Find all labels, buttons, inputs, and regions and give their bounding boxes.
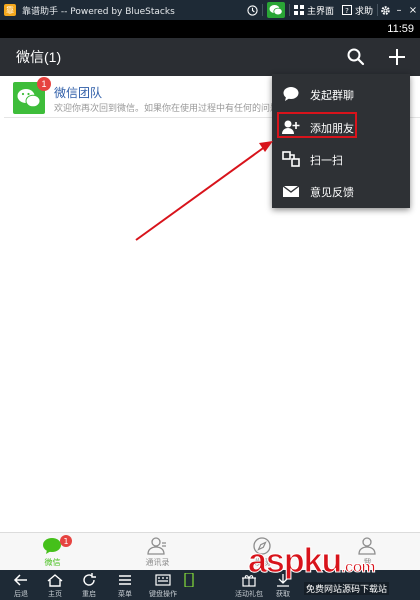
tab-label: 通讯录 (145, 558, 170, 567)
annotation-highlight-box (277, 112, 357, 138)
grid-icon (293, 5, 304, 15)
gift-icon (242, 575, 256, 587)
unread-badge: 1 (37, 77, 51, 91)
tab-badge: 1 (60, 535, 72, 547)
menu-icon (119, 575, 131, 585)
mail-icon (282, 185, 300, 197)
menu-item-label: 扫一扫 (310, 154, 343, 167)
home-screen-button[interactable]: 主界面 (290, 0, 338, 20)
svg-text:?: ? (345, 7, 349, 15)
wechat-header: 微信(1) (0, 38, 420, 76)
tab-contacts[interactable]: 通讯录 (105, 533, 210, 571)
back-button[interactable]: 后退 (4, 570, 38, 600)
gear-icon (380, 5, 390, 15)
clock-icon (247, 4, 258, 16)
help-label: 求助 (354, 6, 373, 17)
tab-me[interactable]: 我 (315, 533, 420, 571)
settings-button[interactable] (378, 0, 392, 20)
scan-icon (282, 151, 300, 167)
page-title: 微信(1) (16, 49, 62, 65)
chat-preview: 欢迎你再次回到微信。如果你在使用过程中有任何的问题 (54, 104, 280, 114)
home-icon (47, 574, 63, 587)
emulator-control-bar: 后退 主页 重启 菜单 键盘操作 活动礼包 获取 (0, 570, 420, 600)
app-switch-button[interactable] (172, 570, 206, 600)
wechat-app-tab[interactable] (266, 2, 285, 18)
download-button[interactable]: 获取 (266, 570, 300, 600)
chat-bubble-icon (43, 538, 61, 554)
menu-item-feedback[interactable]: 意见反馈 (272, 175, 410, 207)
tab-chats[interactable]: 1 微信 (0, 533, 105, 571)
contacts-icon (147, 537, 166, 555)
gift-button[interactable]: 活动礼包 (232, 570, 266, 600)
control-label: 菜单 (118, 590, 132, 598)
divider (261, 4, 263, 16)
search-icon[interactable] (346, 47, 366, 67)
minimize-icon: – (396, 4, 402, 16)
title-bar-controls: 主界面 ? 求助 – × (243, 0, 420, 20)
status-time: 11:59 (387, 23, 414, 35)
back-arrow-icon (13, 574, 27, 586)
plus-dropdown-menu: 发起群聊 添加朋友 扫一扫 意见反馈 (272, 74, 410, 208)
wechat-icon (269, 5, 283, 16)
close-button[interactable]: × (406, 0, 420, 20)
home-screen-label: 主界面 (306, 6, 334, 17)
android-status-bar: 11:59 (0, 20, 420, 38)
tab-label: 微信 (44, 558, 61, 567)
help-button[interactable]: ? 求助 (338, 0, 377, 20)
chat-bubble-icon (283, 87, 299, 101)
control-label: 获取 (276, 590, 290, 598)
bottom-tab-bar: 1 微信 通讯录 发现 我 (0, 532, 420, 570)
menu-item-label: 意见反馈 (310, 186, 354, 199)
menu-item-scan[interactable]: 扫一扫 (272, 143, 410, 175)
download-icon (277, 574, 289, 587)
history-button[interactable] (243, 0, 262, 20)
tab-label: 我 (363, 558, 372, 567)
minimize-button[interactable]: – (392, 0, 406, 20)
tab-label: 发现 (254, 558, 271, 567)
chat-name: 微信团队 (54, 86, 103, 100)
emulator-title-bar: 靠 靠谱助手 -- Powered by BlueStacks 主界面 ? 求助… (0, 0, 420, 20)
rotate-button[interactable]: 重启 (72, 570, 106, 600)
keyboard-icon (155, 574, 171, 586)
compass-icon (253, 537, 271, 555)
app-logo-icon: 靠 (4, 4, 16, 16)
tab-discover[interactable]: 发现 (210, 533, 315, 571)
menu-item-group-chat[interactable]: 发起群聊 (272, 78, 410, 110)
person-icon (358, 537, 376, 555)
emulator-title: 靠谱助手 -- Powered by BlueStacks (22, 6, 175, 17)
phone-icon (184, 573, 194, 587)
menu-item-label: 发起群聊 (310, 89, 354, 102)
help-icon: ? (341, 5, 352, 15)
close-icon: × (408, 4, 418, 16)
menu-button[interactable]: 菜单 (108, 570, 142, 600)
home-button[interactable]: 主页 (38, 570, 72, 600)
plus-icon[interactable] (386, 46, 408, 68)
rotate-icon (83, 573, 96, 586)
